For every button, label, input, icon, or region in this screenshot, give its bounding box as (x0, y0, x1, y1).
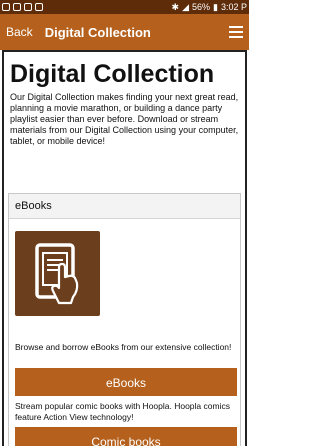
comic-books-button[interactable]: Comic books (15, 427, 237, 446)
app-bar: Back Digital Collection (0, 14, 249, 50)
notification-icon (24, 3, 32, 11)
notification-icon (2, 3, 10, 11)
notification-icon (35, 3, 43, 11)
status-bar: ✱ ◢ 56% ▮ 3:02 P (0, 0, 249, 14)
app-bar-title: Digital Collection (44, 24, 151, 40)
notification-icons (2, 3, 43, 11)
hamburger-menu-icon[interactable] (229, 26, 243, 38)
back-button[interactable]: Back (6, 25, 33, 39)
clock: 3:02 P (220, 2, 247, 12)
notification-icon (13, 3, 21, 11)
main-content: Digital Collection Our Digital Collectio… (2, 50, 247, 446)
bluetooth-icon: ✱ (171, 2, 180, 12)
signal-icon: ◢ (182, 2, 189, 12)
ebooks-card: eBooks Browse and borrow eBooks from our… (8, 193, 241, 446)
ebooks-description: Browse and borrow eBooks from our extens… (15, 342, 232, 352)
intro-text: Our Digital Collection makes finding you… (10, 92, 239, 146)
ebooks-button[interactable]: eBooks (15, 368, 237, 396)
page-title: Digital Collection (10, 60, 215, 88)
battery-percent: 56% (192, 2, 211, 12)
battery-icon: ▮ (213, 2, 218, 12)
tablet-touch-icon[interactable] (15, 231, 100, 316)
card-heading: eBooks (9, 194, 240, 219)
comics-description: Stream popular comic books with Hoopla. … (15, 401, 230, 422)
system-indicators: ✱ ◢ 56% ▮ 3:02 P (172, 0, 247, 14)
